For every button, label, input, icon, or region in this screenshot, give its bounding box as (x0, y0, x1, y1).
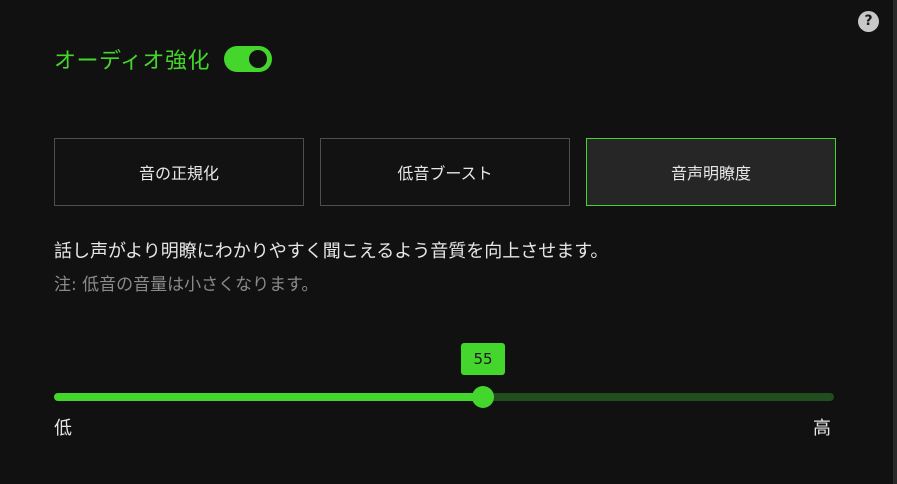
slider-max-label: 高 (813, 418, 831, 439)
mode-selector: 音の正規化 低音ブースト 音声明瞭度 (54, 138, 836, 206)
audio-enhancement-toggle[interactable] (223, 46, 272, 72)
slider-thumb[interactable] (472, 386, 494, 408)
toggle-knob (248, 50, 267, 68)
slider-track[interactable] (54, 393, 834, 401)
mode-button-voice-clarity[interactable]: 音声明瞭度 (586, 138, 836, 206)
help-icon[interactable]: ? (858, 11, 879, 32)
audio-enhancement-panel: ? オーディオ強化 音の正規化 低音ブースト 音声明瞭度 話し声がより明瞭にわか… (0, 0, 897, 484)
slider-fill (54, 393, 483, 401)
mode-note: 注: 低音の音量は小さくなります。 (54, 275, 319, 295)
mode-description: 話し声がより明瞭にわかりやすく聞こえるよう音質を向上させます。 (54, 241, 609, 262)
mode-button-normalization[interactable]: 音の正規化 (54, 138, 304, 206)
page-title: オーディオ強化 (54, 49, 210, 74)
header: オーディオ強化 (54, 43, 272, 75)
slider-min-label: 低 (54, 418, 72, 439)
mode-button-bass-boost[interactable]: 低音ブースト (320, 138, 570, 206)
slider-value-bubble: 55 (461, 343, 505, 375)
clarity-slider[interactable]: 55 (54, 343, 834, 443)
